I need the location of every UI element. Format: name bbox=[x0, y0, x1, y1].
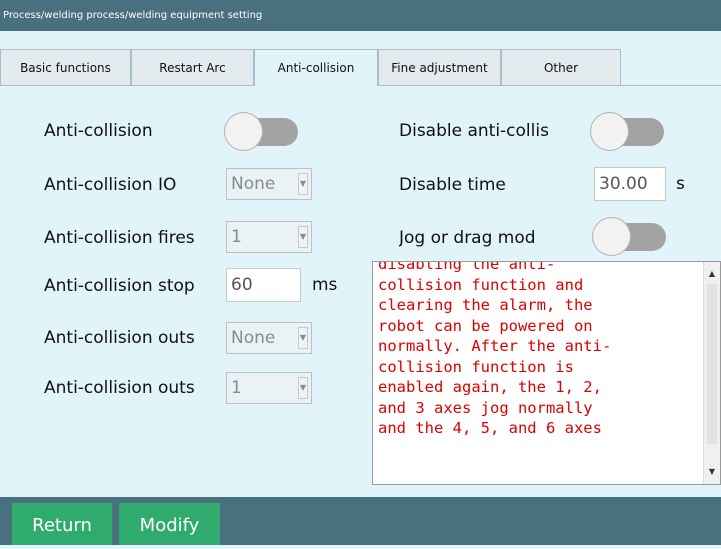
jog-or-drag-mode-toggle[interactable] bbox=[593, 218, 666, 255]
tab-bar: Basic functions Restart Arc Anti-collisi… bbox=[0, 49, 721, 86]
tab-restart-arc[interactable]: Restart Arc bbox=[131, 49, 254, 85]
anti-collision-outs-label: Anti-collision outs bbox=[44, 328, 195, 348]
anti-collision-io-label: Anti-collision IO bbox=[44, 175, 177, 195]
jog-or-drag-mode-label: Jog or drag mod bbox=[399, 228, 536, 248]
tab-fine-adjustment[interactable]: Fine adjustment bbox=[378, 49, 501, 85]
tab-anti-collision[interactable]: Anti-collision bbox=[254, 49, 378, 86]
dropdown-arrow-icon: ▼ bbox=[298, 377, 308, 399]
disable-time-label: Disable time bbox=[399, 175, 506, 195]
disable-time-input[interactable]: 30.00 bbox=[594, 167, 666, 201]
anti-collision-outs-2-value: 1 bbox=[231, 378, 242, 398]
anti-collision-stop-unit: ms bbox=[312, 275, 338, 295]
anti-collision-outs-value: None bbox=[231, 328, 276, 348]
scroll-thumb[interactable] bbox=[707, 284, 717, 444]
dropdown-arrow-icon: ▼ bbox=[298, 173, 308, 195]
tab-other[interactable]: Other bbox=[501, 49, 621, 85]
window-title: Process/welding process/welding equipmen… bbox=[0, 0, 721, 31]
anti-collision-fires-value: 1 bbox=[231, 227, 242, 247]
description-text: disabling the anti- collision function a… bbox=[378, 261, 612, 437]
toggle-knob bbox=[593, 218, 630, 255]
dropdown-arrow-icon: ▼ bbox=[298, 226, 308, 248]
anti-collision-fires-label: Anti-collision fires bbox=[44, 228, 195, 248]
toggle-knob bbox=[225, 113, 262, 150]
tab-bar-filler bbox=[621, 49, 721, 85]
anti-collision-outs-2-select[interactable]: 1 ▼ bbox=[226, 372, 312, 404]
anti-collision-io-value: None bbox=[231, 174, 276, 194]
toggle-knob bbox=[591, 113, 628, 150]
description-textbox[interactable]: disabling the anti- collision function a… bbox=[372, 261, 721, 485]
anti-collision-toggle[interactable] bbox=[225, 113, 298, 150]
anti-collision-outs-2-label: Anti-collision outs bbox=[44, 378, 195, 398]
tab-divider bbox=[378, 85, 721, 86]
return-button[interactable]: Return bbox=[12, 503, 112, 545]
anti-collision-label: Anti-collision bbox=[44, 121, 153, 141]
anti-collision-stop-input[interactable]: 60 bbox=[226, 268, 301, 302]
tab-basic-functions[interactable]: Basic functions bbox=[0, 49, 131, 85]
disable-anti-collision-toggle[interactable] bbox=[591, 113, 664, 150]
anti-collision-outs-select[interactable]: None ▼ bbox=[226, 322, 312, 354]
anti-collision-stop-label: Anti-collision stop bbox=[44, 276, 195, 296]
tab-divider bbox=[0, 85, 254, 86]
modify-button[interactable]: Modify bbox=[119, 503, 220, 545]
dropdown-arrow-icon: ▼ bbox=[298, 327, 308, 349]
disable-time-unit: s bbox=[676, 174, 685, 194]
scroll-up-icon[interactable]: ▲ bbox=[704, 266, 720, 282]
anti-collision-io-select[interactable]: None ▼ bbox=[226, 168, 312, 200]
description-scrollbar[interactable]: ▲ ▼ bbox=[703, 262, 720, 484]
anti-collision-fires-select[interactable]: 1 ▼ bbox=[226, 221, 312, 253]
disable-anti-collision-label: Disable anti-collis bbox=[399, 121, 549, 141]
scroll-down-icon[interactable]: ▼ bbox=[704, 464, 720, 480]
